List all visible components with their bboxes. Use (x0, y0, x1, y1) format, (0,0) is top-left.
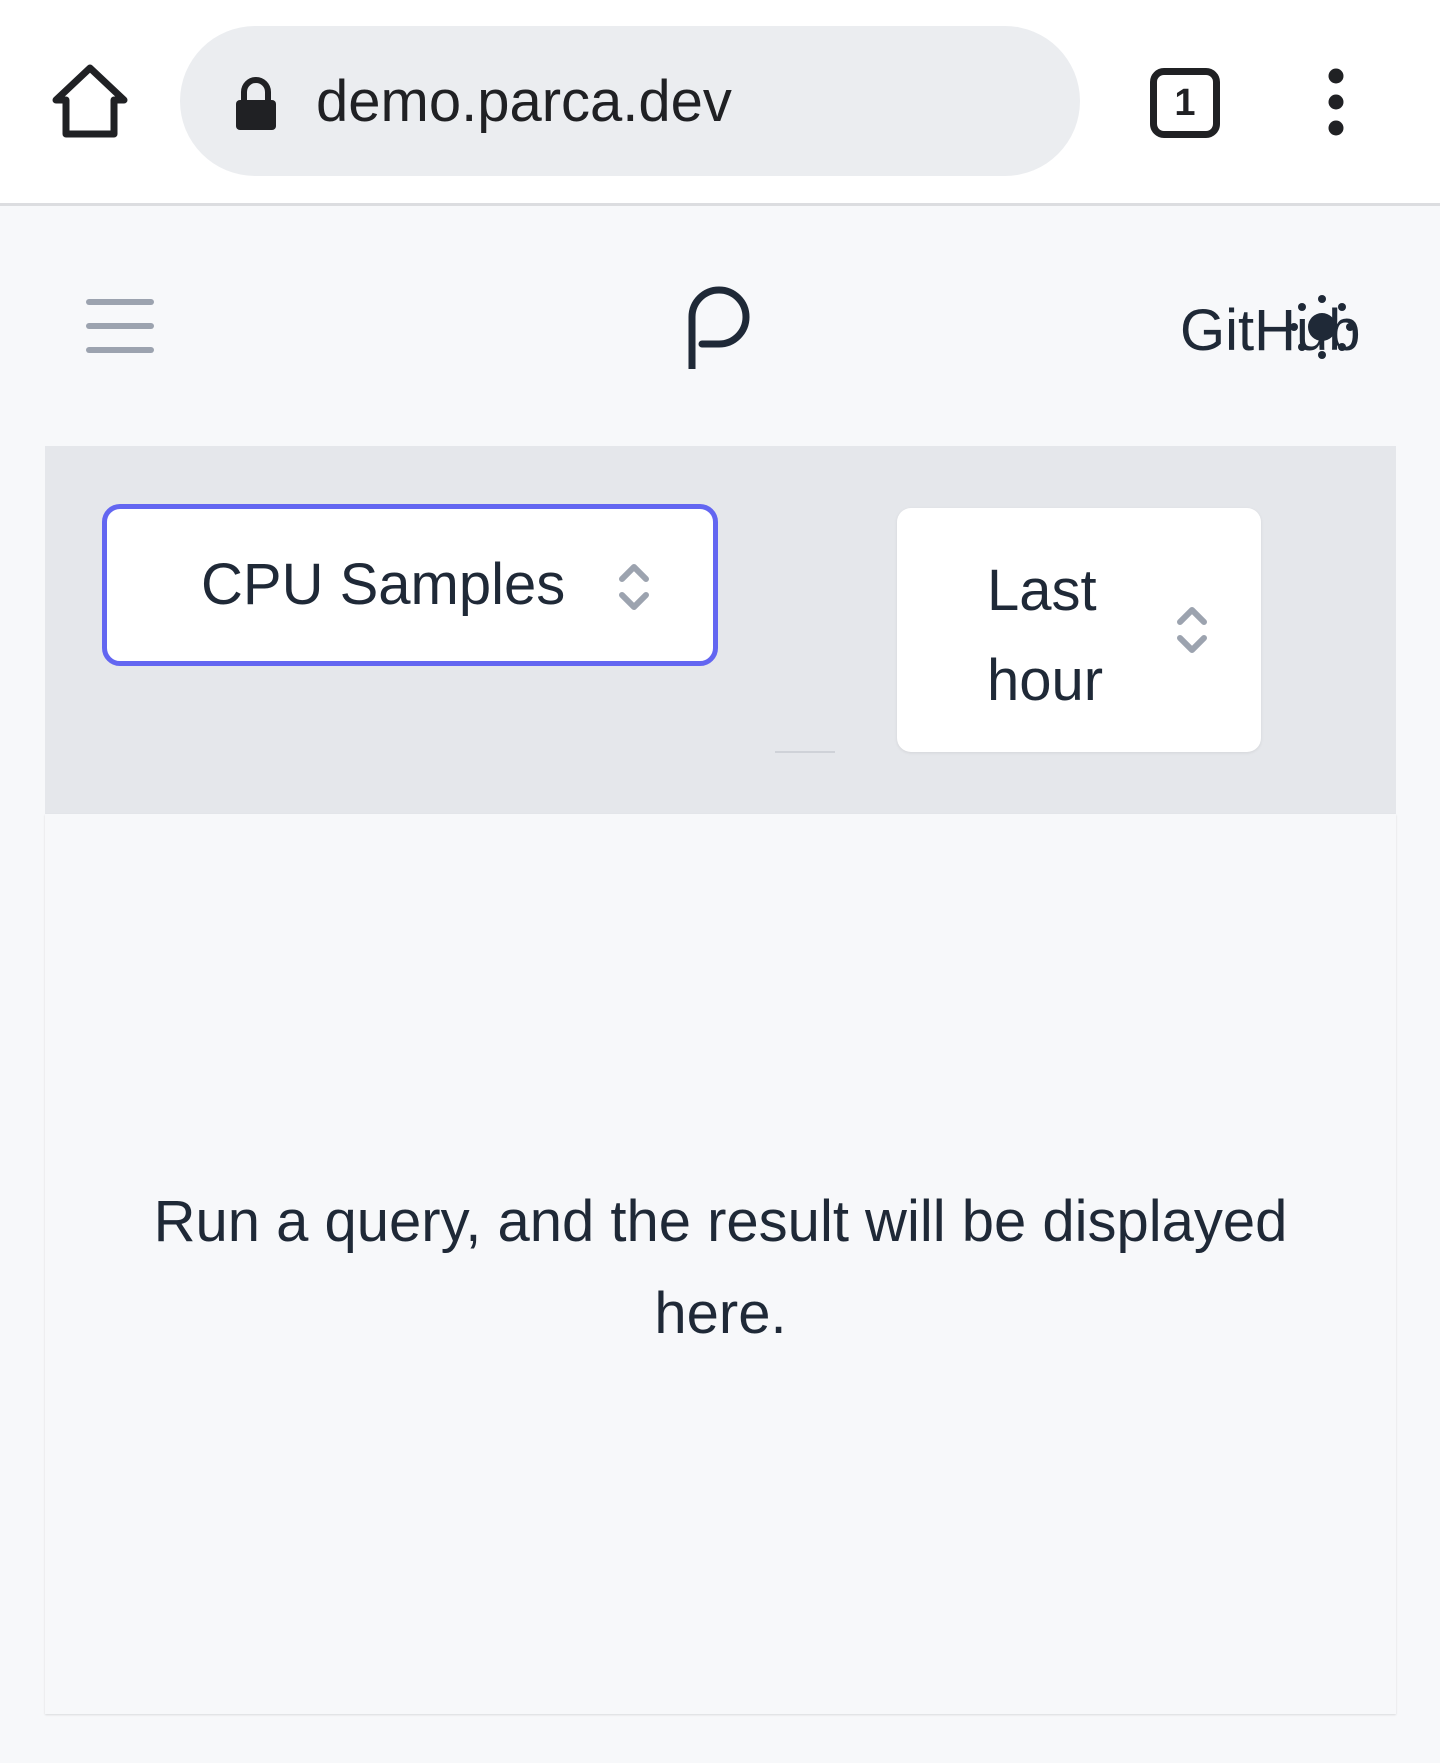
hamburger-menu-icon[interactable] (86, 299, 154, 353)
app-header: GitHub (0, 209, 1440, 445)
tab-switcher-button[interactable]: 1 (1150, 68, 1220, 138)
address-bar[interactable]: demo.parca.dev (180, 26, 1080, 176)
query-controls: CPU Samples Last hour (45, 446, 1396, 814)
more-options-icon[interactable] (1318, 68, 1354, 136)
empty-state-message: Run a query, and the result will be disp… (153, 1189, 1288, 1346)
url-text: demo.parca.dev (316, 69, 732, 134)
result-panel: Run a query, and the result will be disp… (45, 814, 1396, 1714)
profile-type-select[interactable]: CPU Samples (102, 504, 718, 666)
sun-icon[interactable] (1290, 295, 1354, 359)
time-range-label: Last hour (987, 558, 1104, 713)
chevron-up-down-icon (1175, 602, 1209, 658)
chevron-up-down-icon (617, 559, 651, 615)
divider (775, 751, 835, 753)
time-range-select[interactable]: Last hour (897, 508, 1261, 752)
browser-toolbar: demo.parca.dev 1 (0, 0, 1440, 206)
profile-type-label: CPU Samples (201, 552, 566, 617)
home-icon[interactable] (50, 62, 130, 142)
parca-logo-icon[interactable] (686, 285, 752, 373)
lock-icon (230, 74, 282, 134)
